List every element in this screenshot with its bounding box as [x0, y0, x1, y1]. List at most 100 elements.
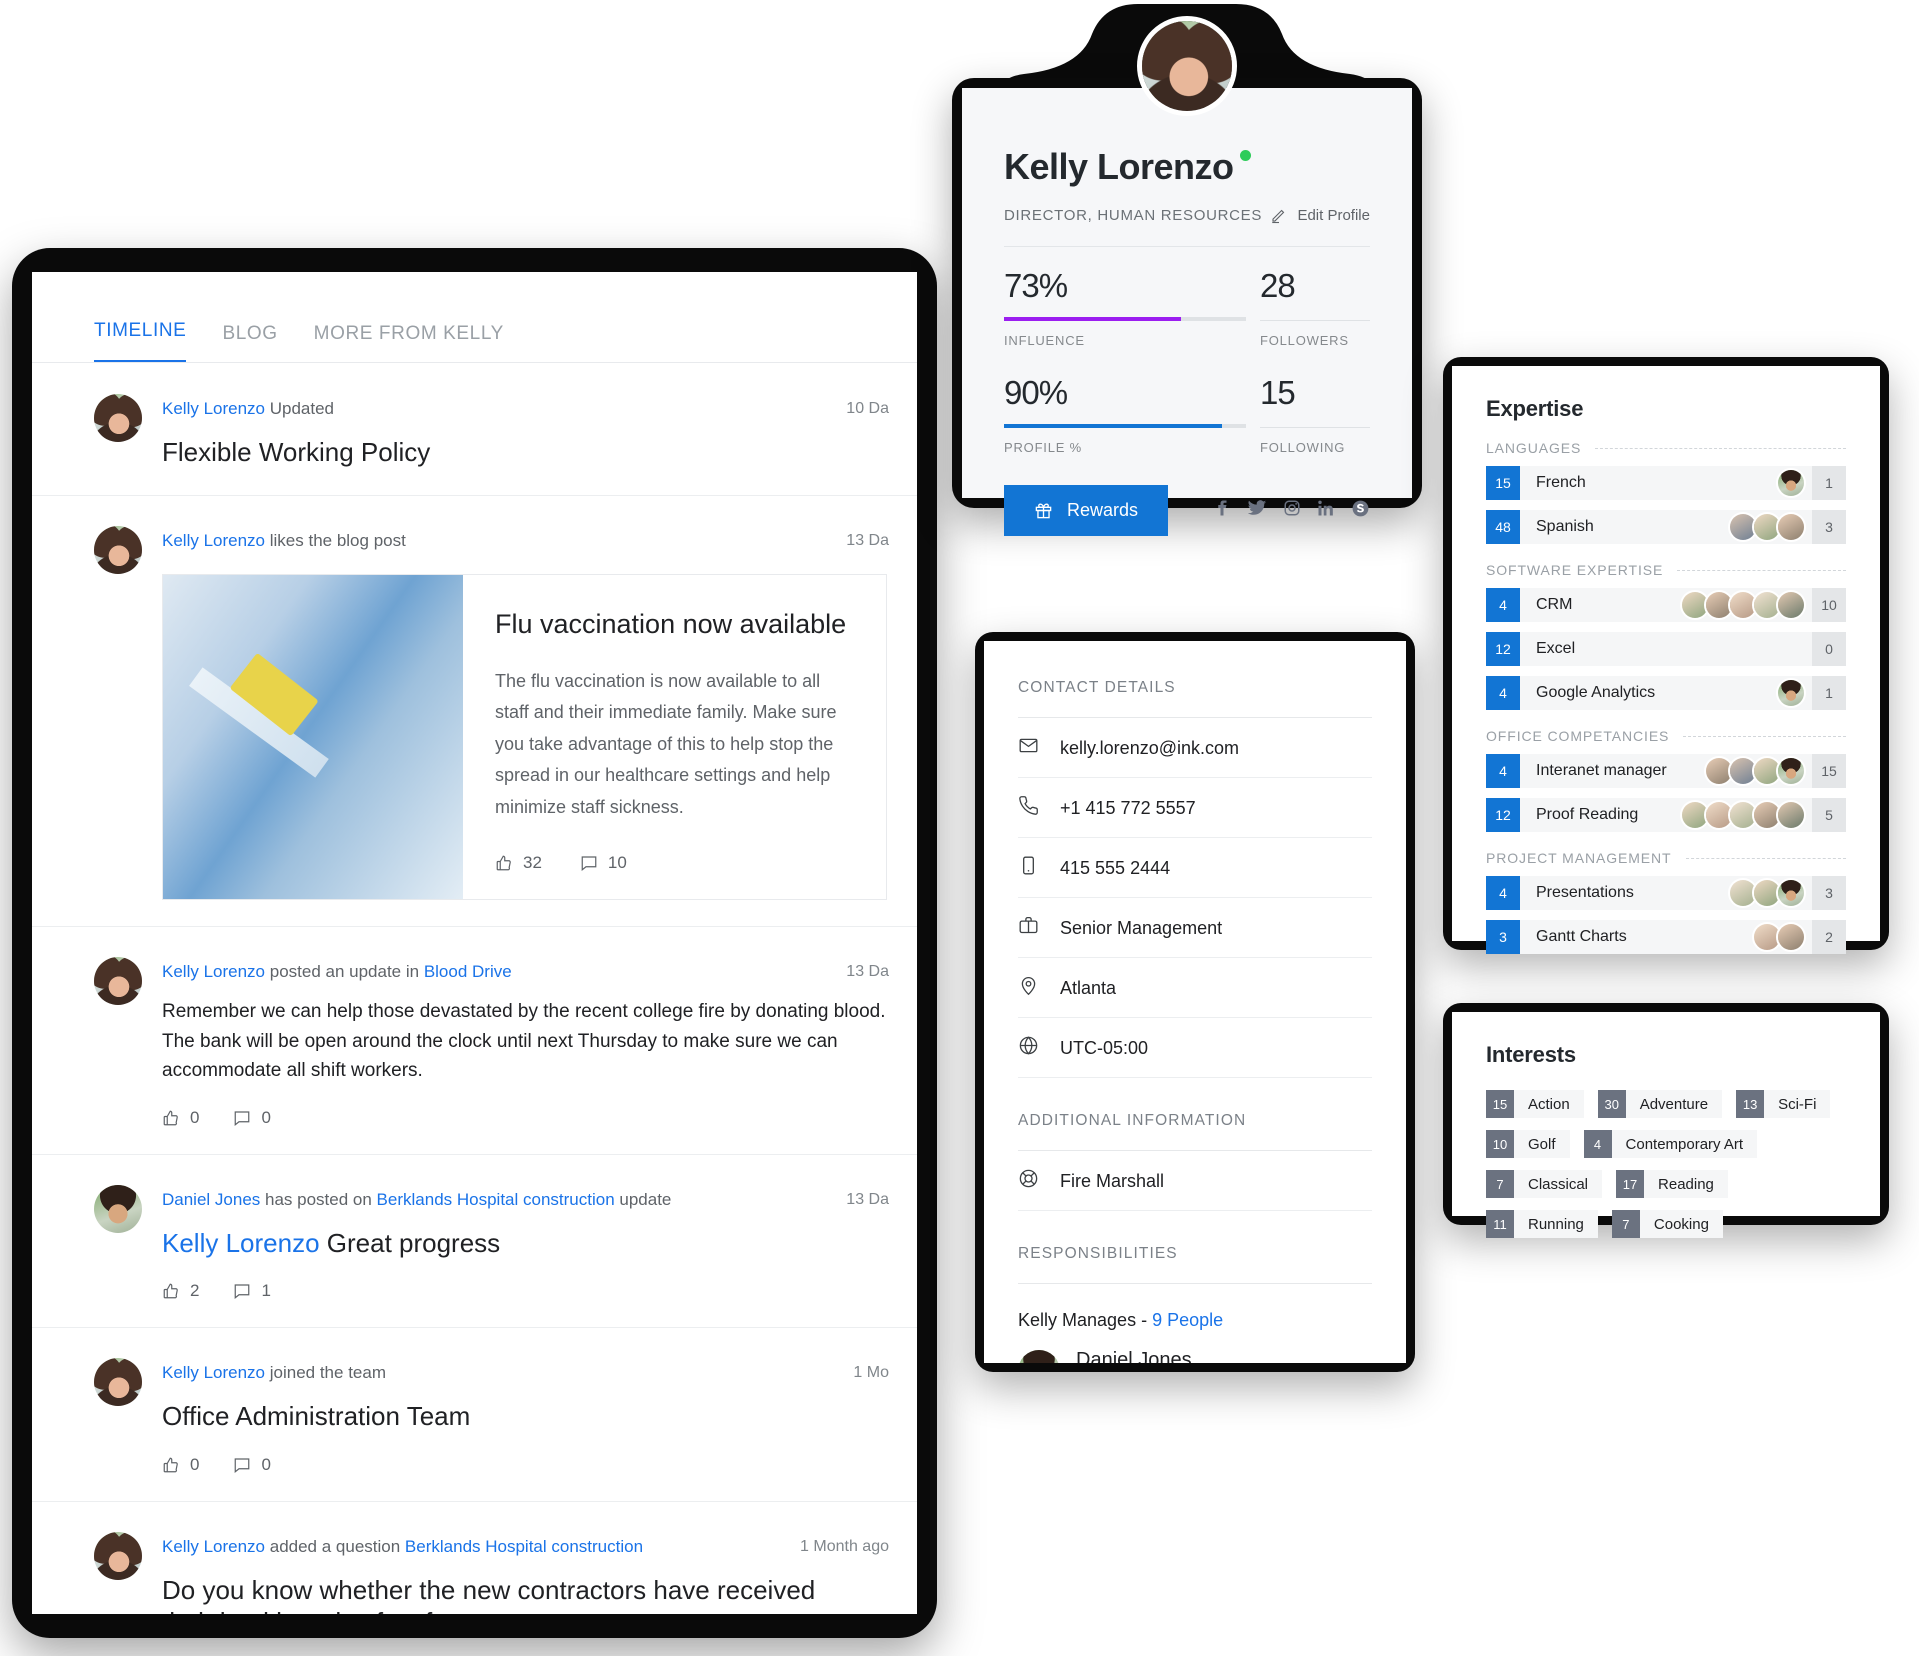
like-count: 0 [190, 1454, 200, 1474]
rewards-button[interactable]: Rewards [1004, 485, 1169, 536]
blog-post-heading[interactable]: Flu vaccination now available [495, 609, 856, 640]
skill-row-google-analytics[interactable]: 4 Google Analytics 1 [1486, 676, 1846, 710]
entry-meta: Kelly Lorenzo posted an update in Blood … [162, 961, 887, 983]
entry-actor-link[interactable]: Kelly Lorenzo [162, 1537, 265, 1556]
entry-body: Daniel Jones has posted on Berklands Hos… [162, 1185, 887, 1302]
skill-row-proof-reading[interactable]: 12 Proof Reading 5 [1486, 798, 1846, 832]
manager-row[interactable]: Daniel Jones Kelly's Manager [1018, 1349, 1372, 1363]
comment-button[interactable]: 1 [233, 1281, 271, 1301]
entry-actor-link[interactable]: Kelly Lorenzo [162, 962, 265, 981]
entry-title[interactable]: Flexible Working Policy [162, 436, 887, 469]
additional-row-fire-marshall[interactable]: Fire Marshall [1018, 1151, 1372, 1211]
entry-actor-link[interactable]: Kelly Lorenzo [162, 399, 265, 418]
tab-more-from-kelly[interactable]: MORE FROM KELLY [314, 323, 504, 363]
contact-row-location[interactable]: Atlanta [1018, 958, 1372, 1018]
entry-timestamp: 13 Da [846, 1190, 889, 1208]
timeline-entry[interactable]: Kelly Lorenzo joined the team Office Adm… [32, 1328, 917, 1502]
interests-title: Interests [1486, 1042, 1576, 1067]
timeline-entry[interactable]: Kelly Lorenzo added a question Berklands… [32, 1502, 917, 1614]
contact-row-department[interactable]: Senior Management [1018, 898, 1372, 958]
timeline-entry[interactable]: Kelly Lorenzo likes the blog post Flu va… [32, 496, 917, 928]
interest-chip-reading[interactable]: 17 Reading [1616, 1170, 1728, 1198]
skill-name: Interanet manager [1536, 762, 1667, 779]
entry-timestamp: 13 Da [846, 531, 889, 549]
entry-title[interactable]: Office Administration Team [162, 1400, 887, 1433]
chip-label: Contemporary Art [1625, 1135, 1744, 1153]
skill-row-spanish[interactable]: 48 Spanish 3 [1486, 510, 1846, 544]
skill-row-french[interactable]: 15 French 1 [1486, 466, 1846, 500]
skill-row-gantt-charts[interactable]: 3 Gantt Charts 2 [1486, 920, 1846, 954]
entry-body: Kelly Lorenzo likes the blog post Flu va… [162, 526, 887, 901]
comment-button[interactable]: 10 [580, 853, 627, 873]
stat-profile-value: 90% [1004, 374, 1068, 411]
profile-progress-bar [1004, 424, 1246, 428]
activity-feed: Kelly Lorenzo Updated Flexible Working P… [32, 364, 917, 1614]
interest-chip-adventure[interactable]: 30 Adventure [1597, 1090, 1723, 1118]
contact-timezone-value: UTC-05:00 [1060, 1037, 1149, 1058]
interest-chip-sci-fi[interactable]: 13 Sci-Fi [1736, 1090, 1831, 1118]
interest-chip-cooking[interactable]: 7 Cooking [1611, 1210, 1723, 1238]
instagram-icon[interactable] [1283, 499, 1301, 522]
tab-timeline-label: TIMELINE [94, 320, 187, 341]
skill-name: Excel [1536, 640, 1576, 657]
comment-button[interactable]: 0 [233, 1455, 271, 1475]
comment-count: 10 [607, 853, 627, 873]
like-button[interactable]: 2 [162, 1281, 199, 1301]
like-count: 32 [523, 853, 542, 873]
entry-target-link[interactable]: Berklands Hospital construction [377, 1190, 615, 1209]
entry-actor-link[interactable]: Daniel Jones [162, 1190, 260, 1209]
contact-row-email[interactable]: kelly.lorenzo@ink.com [1018, 718, 1372, 778]
entry-target-link[interactable]: Berklands Hospital construction [405, 1537, 643, 1556]
stat-followers: 28 FOLLOWERS [1260, 267, 1370, 348]
skill-count: 1 [1812, 676, 1846, 710]
blog-post-card[interactable]: Flu vaccination now available The flu va… [162, 573, 887, 901]
rewards-label: Rewards [1067, 500, 1139, 520]
skill-row-presentations[interactable]: 4 Presentations 3 [1486, 876, 1846, 910]
like-button[interactable]: 32 [495, 853, 542, 873]
blog-post-content: Flu vaccination now available The flu va… [463, 575, 886, 900]
facebook-icon[interactable] [1213, 499, 1231, 522]
interest-chip-classical[interactable]: 7 Classical [1486, 1170, 1603, 1198]
profile-name: Kelly Lorenzo [1004, 146, 1234, 187]
skill-count: 10 [1812, 588, 1846, 622]
interest-chip-action[interactable]: 15 Action [1486, 1090, 1584, 1118]
entry-action-tail: update [614, 1189, 672, 1209]
contact-row-phone[interactable]: +1 415 772 5557 [1018, 778, 1372, 838]
timeline-entry[interactable]: Daniel Jones has posted on Berklands Hos… [32, 1155, 917, 1329]
entry-title-link[interactable]: Kelly Lorenzo [162, 1228, 320, 1258]
phone-icon [1018, 795, 1040, 821]
skill-name: Presentations [1536, 884, 1634, 901]
group-dash [1685, 857, 1846, 859]
skill-name: French [1536, 474, 1586, 491]
contact-phone-value: +1 415 772 5557 [1060, 797, 1196, 818]
linkedin-icon[interactable] [1317, 499, 1335, 522]
skill-row-excel[interactable]: 12 Excel 0 [1486, 632, 1846, 666]
entry-title[interactable]: Do you know whether the new contractors … [162, 1574, 862, 1614]
twitter-icon[interactable] [1247, 498, 1267, 523]
skill-count: 3 [1812, 510, 1846, 544]
skype-icon[interactable] [1351, 499, 1370, 523]
like-button[interactable]: 0 [162, 1455, 199, 1475]
entry-target-link[interactable]: Blood Drive [424, 962, 512, 981]
edit-profile-button[interactable]: Edit Profile [1270, 206, 1370, 224]
interest-chip-golf[interactable]: 10 Golf [1486, 1130, 1570, 1158]
like-button[interactable]: 0 [162, 1108, 199, 1128]
tab-timeline[interactable]: TIMELINE [94, 320, 187, 363]
tab-blog[interactable]: BLOG [222, 323, 277, 363]
entry-actor-link[interactable]: Kelly Lorenzo [162, 1363, 265, 1382]
contact-row-timezone[interactable]: UTC-05:00 [1018, 1018, 1372, 1078]
comment-count: 1 [261, 1281, 271, 1301]
timeline-entry[interactable]: Kelly Lorenzo Updated Flexible Working P… [32, 364, 917, 496]
stat-following-value: 15 [1260, 374, 1296, 411]
entry-actor-link[interactable]: Kelly Lorenzo [162, 531, 265, 550]
interest-chip-contemporary-art[interactable]: 4 Contemporary Art [1583, 1130, 1758, 1158]
entry-body: Kelly Lorenzo joined the team Office Adm… [162, 1358, 887, 1475]
comment-button[interactable]: 0 [233, 1108, 271, 1128]
skill-row-interanet-manager[interactable]: 4 Interanet manager 15 [1486, 754, 1846, 788]
timeline-entry[interactable]: Kelly Lorenzo posted an update in Blood … [32, 927, 917, 1155]
skill-row-crm[interactable]: 4 CRM 10 [1486, 588, 1846, 622]
manages-people-link[interactable]: 9 People [1152, 1310, 1223, 1330]
contact-row-mobile[interactable]: 415 555 2444 [1018, 838, 1372, 898]
skill-count: 5 [1812, 798, 1846, 832]
interest-chip-running[interactable]: 11 Running [1486, 1210, 1598, 1238]
